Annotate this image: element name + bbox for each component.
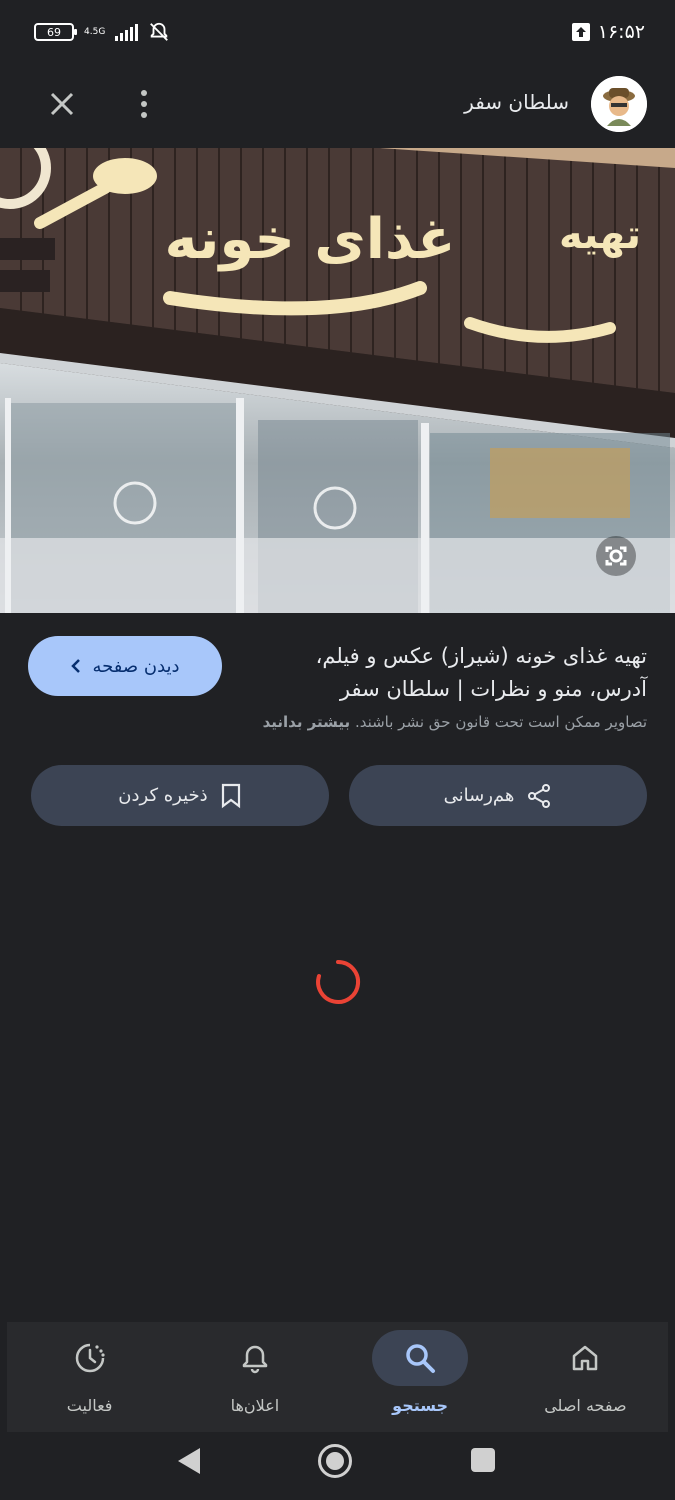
lens-search-button[interactable] <box>595 535 637 577</box>
chevron-left-icon <box>71 659 81 673</box>
result-image[interactable]: غذای خونه تهیه <box>0 148 675 613</box>
home-icon <box>573 1345 598 1371</box>
nav-activity-label: فعالیت <box>66 1396 113 1415</box>
site-name: سلطان سفر <box>464 90 569 114</box>
recent-apps-button[interactable] <box>471 1448 495 1472</box>
battery-level: 69 <box>47 25 61 39</box>
bookmark-icon <box>221 783 240 808</box>
google-lens-icon <box>596 536 636 576</box>
spinner-icon <box>316 959 361 1004</box>
status-clock-area: ۱۶:۵۲ <box>571 21 645 43</box>
close-button[interactable] <box>44 86 80 122</box>
nav-search-label: جستجو <box>392 1396 449 1415</box>
system-navigation-bar <box>0 1432 675 1500</box>
bottom-navigation: صفحه اصلی جستجو اعلان‌ها <box>7 1322 668 1432</box>
nav-home[interactable]: صفحه اصلی <box>503 1322 668 1432</box>
notifications-muted-icon <box>150 22 169 41</box>
nav-notifications-label: اعلان‌ها <box>230 1396 280 1415</box>
save-button[interactable]: ذخیره کردن <box>31 765 329 826</box>
back-icon[interactable] <box>176 1446 202 1476</box>
network-type: 4.5G <box>84 26 106 37</box>
sign-text-main: غذای خونه <box>164 207 455 272</box>
loading-spinner <box>313 957 363 1007</box>
top-bar: سلطان سفر <box>0 64 675 148</box>
status-bar: 69 4.5G ۱۶:۵۲ <box>0 0 675 64</box>
upload-icon <box>571 23 590 41</box>
result-title[interactable]: تهیه غذای خونه (شیراز) عکس و فیلم، آدرس،… <box>257 640 647 706</box>
save-label: ذخیره کردن <box>118 785 208 806</box>
more-vert-icon <box>141 90 147 96</box>
share-icon <box>528 783 551 808</box>
nav-search[interactable]: جستجو <box>338 1322 503 1432</box>
sign-text-top: تهیه <box>559 212 641 258</box>
share-button[interactable]: هم‌رسانی <box>349 765 647 826</box>
activity-icon <box>75 1343 105 1373</box>
view-page-label: دیدن صفحه <box>92 655 180 677</box>
learn-more-link[interactable]: بیشتر بدانید <box>263 713 351 731</box>
share-label: هم‌رسانی <box>443 785 515 806</box>
site-logo <box>591 76 647 132</box>
view-page-button[interactable]: دیدن صفحه <box>28 636 222 696</box>
copyright-notice: تصاویر ممکن است تحت قانون حق نشر باشند. … <box>263 713 647 731</box>
battery-icon: 69 <box>34 23 77 41</box>
signal-icon <box>115 23 139 41</box>
status-indicators: 69 4.5G <box>34 21 170 43</box>
nav-activity[interactable]: فعالیت <box>7 1322 172 1432</box>
nav-notifications[interactable]: اعلان‌ها <box>172 1322 337 1432</box>
copyright-text: تصاویر ممکن است تحت قانون حق نشر باشند. <box>354 713 647 731</box>
close-icon <box>50 92 74 116</box>
clock: ۱۶:۵۲ <box>597 21 645 43</box>
home-circle-icon <box>326 1452 344 1470</box>
nav-home-label: صفحه اصلی <box>544 1396 627 1415</box>
home-button[interactable] <box>318 1444 352 1478</box>
bell-icon <box>242 1345 268 1374</box>
search-icon <box>406 1344 436 1373</box>
more-options-button[interactable] <box>130 86 158 122</box>
